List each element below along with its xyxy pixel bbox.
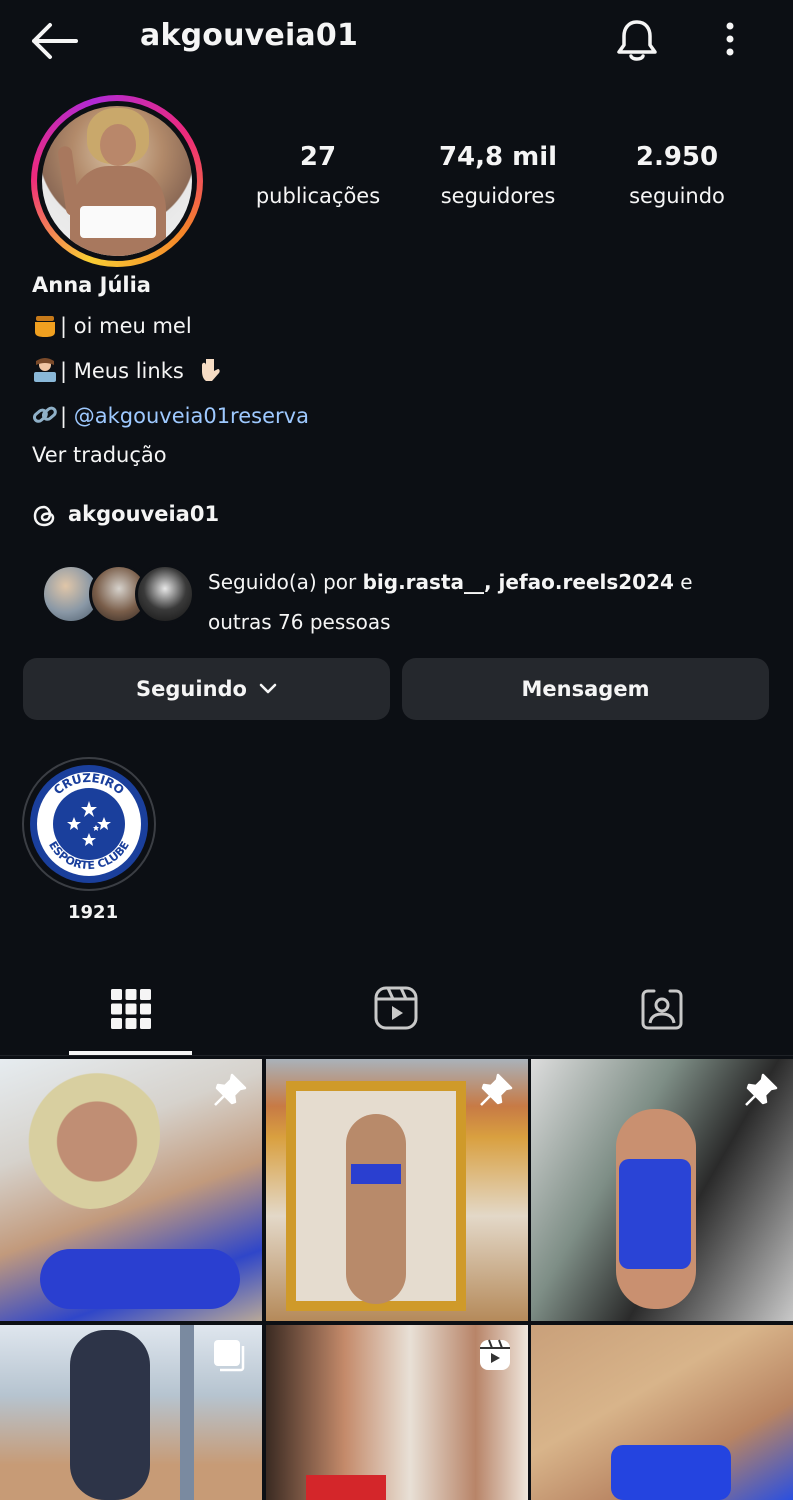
person-laptop-icon [34, 358, 56, 382]
stat-followers-value: 74,8 mil [438, 142, 558, 172]
reserve-account-link[interactable]: @akgouveia01reserva [74, 404, 309, 428]
post-2-garment [351, 1164, 401, 1184]
post-1-garment [40, 1249, 240, 1309]
cruzeiro-badge-icon[interactable]: CRUZEIRO ESPORTE CLUBE [30, 765, 148, 883]
chevron-down-icon [259, 683, 277, 694]
bio-line-1: | oi meu mel [32, 312, 192, 338]
profile-avatar[interactable] [42, 106, 192, 256]
avatar-face [100, 124, 136, 166]
threads-icon[interactable] [32, 503, 58, 529]
stat-posts-value: 27 [299, 142, 337, 172]
post-3-garment [619, 1159, 691, 1269]
stat-following[interactable]: 2.950 seguindo [609, 142, 745, 208]
avatar-top [80, 206, 156, 238]
active-tab-indicator [69, 1051, 192, 1055]
mutual-names: big.rasta__, jefao.reels2024 [362, 570, 674, 594]
more-vertical-icon[interactable] [718, 20, 742, 60]
tagged-person-icon[interactable] [640, 987, 684, 1031]
post-2-figure [346, 1114, 406, 1304]
link-icon [32, 406, 57, 423]
mutual-others: outras 76 pessoas [208, 610, 391, 634]
stat-followers[interactable]: 74,8 mil seguidores [430, 142, 566, 208]
stat-followers-label: seguidores [440, 184, 556, 208]
mutual-suffix: e [673, 570, 693, 594]
back-arrow-icon[interactable] [30, 22, 78, 60]
message-button-label: Mensagem [521, 677, 650, 701]
message-button[interactable]: Mensagem [402, 658, 769, 720]
reels-icon[interactable] [374, 986, 418, 1030]
post-4-figure [70, 1330, 150, 1500]
following-button-label: Seguindo [136, 677, 247, 701]
pin-icon [480, 1073, 513, 1106]
stat-posts-label: publicações [255, 184, 381, 208]
post-1-figure [20, 1059, 160, 1209]
honey-pot-icon [35, 316, 55, 337]
post-6-garment [611, 1445, 731, 1500]
mutual-avatar-3[interactable] [135, 564, 195, 624]
tab-divider [0, 1055, 793, 1056]
grid-icon[interactable] [110, 988, 152, 1030]
stat-following-value: 2.950 [635, 142, 719, 172]
mutual-prefix: Seguido(a) por [208, 570, 363, 594]
highlight-label[interactable]: 1921 [68, 902, 118, 923]
post-thumbnail-6[interactable] [531, 1325, 793, 1500]
post-5-garment [306, 1475, 386, 1500]
bell-icon[interactable] [614, 18, 660, 64]
see-translation-link[interactable]: Ver tradução [32, 443, 167, 467]
profile-username-title: akgouveia01 [140, 18, 359, 53]
bio-line-1-text: | oi meu mel [60, 314, 192, 338]
bio-line-2: | Meus links [32, 357, 226, 383]
bio-line-2-text: | Meus links [60, 359, 184, 383]
pin-icon [745, 1073, 778, 1106]
pin-icon [214, 1073, 247, 1106]
profile-name: Anna Júlia [32, 273, 151, 297]
pointing-down-icon [202, 359, 221, 381]
carousel-icon [214, 1340, 245, 1372]
threads-handle[interactable]: akgouveia01 [68, 502, 219, 526]
bio-line-3-prefix: | [60, 404, 68, 428]
stat-posts[interactable]: 27 publicações [250, 142, 386, 208]
post-4-pole [180, 1325, 194, 1500]
reel-post-icon [480, 1339, 510, 1370]
mutual-followers-text[interactable]: Seguido(a) por big.rasta__, jefao.reels2… [208, 562, 768, 642]
following-button[interactable]: Seguindo [23, 658, 390, 720]
bio-line-3: | @akgouveia01reserva [32, 402, 309, 428]
stat-following-label: seguindo [629, 184, 725, 208]
